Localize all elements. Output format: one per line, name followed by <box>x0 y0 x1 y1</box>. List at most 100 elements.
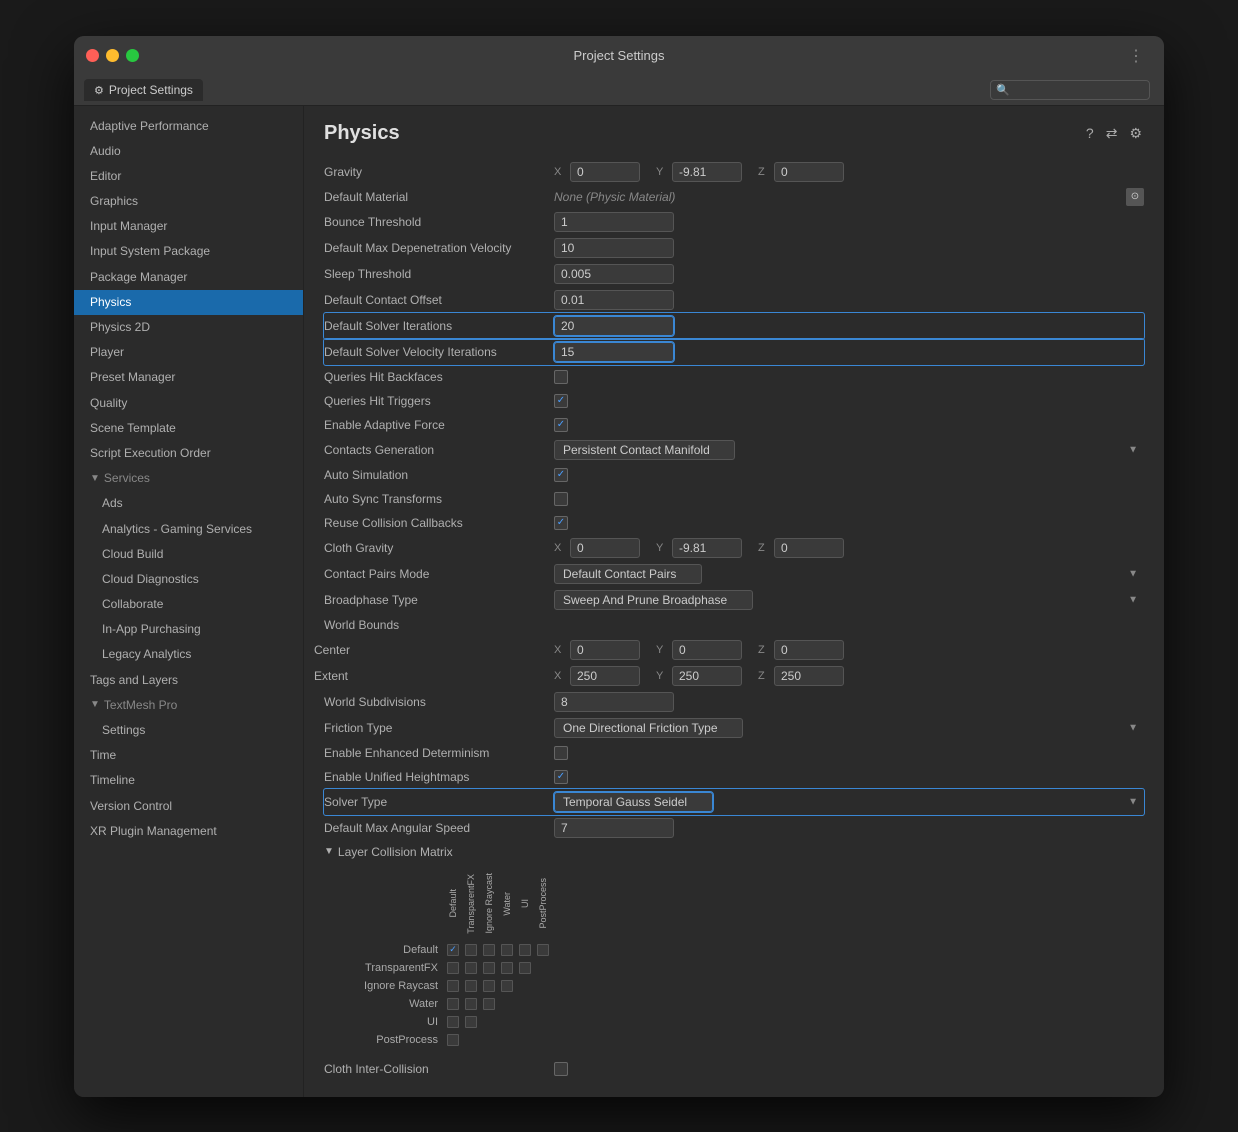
sidebar-item-physics[interactable]: Physics <box>74 290 303 315</box>
services-section-header[interactable]: ▼ Services <box>74 466 303 491</box>
matrix-checkbox-tfx-ui[interactable] <box>519 962 531 974</box>
sidebar-item-preset-manager[interactable]: Preset Manager <box>74 365 303 390</box>
sidebar-item-script-execution-order[interactable]: Script Execution Order <box>74 441 303 466</box>
sidebar-item-analytics-gaming[interactable]: Analytics - Gaming Services <box>74 517 303 542</box>
sidebar-item-scene-template[interactable]: Scene Template <box>74 416 303 441</box>
matrix-checkbox-default-water[interactable] <box>501 944 513 956</box>
sidebar-item-quality[interactable]: Quality <box>74 391 303 416</box>
sidebar-item-legacy-analytics[interactable]: Legacy Analytics <box>74 642 303 667</box>
default-max-angular-speed-row: Default Max Angular Speed <box>324 815 1144 841</box>
cloth-gravity-z-input[interactable] <box>774 538 844 558</box>
sidebar-item-tags-and-layers[interactable]: Tags and Layers <box>74 668 303 693</box>
matrix-checkbox-ui-default[interactable] <box>447 1016 459 1028</box>
minimize-button[interactable] <box>106 49 119 62</box>
auto-sync-transforms-checkbox[interactable] <box>554 492 568 506</box>
settings-icon[interactable]: ⚙ <box>1127 123 1144 144</box>
reuse-collision-callbacks-label: Reuse Collision Callbacks <box>324 516 554 530</box>
matrix-checkbox-water-tfx[interactable] <box>465 998 477 1010</box>
matrix-checkbox-ir-default[interactable] <box>447 980 459 992</box>
matrix-checkbox-default-default[interactable]: ✓ <box>447 944 459 956</box>
reuse-collision-callbacks-checkbox[interactable] <box>554 516 568 530</box>
object-picker-button[interactable]: ⊙ <box>1126 188 1144 206</box>
contact-pairs-mode-dropdown[interactable]: Default Contact Pairs <box>554 564 702 584</box>
sidebar-item-adaptive-performance[interactable]: Adaptive Performance <box>74 114 303 139</box>
matrix-checkbox-water-default[interactable] <box>447 998 459 1010</box>
world-subdivisions-input[interactable] <box>554 692 674 712</box>
solver-type-dropdown[interactable]: Temporal Gauss Seidel <box>554 792 713 812</box>
sidebar-item-audio[interactable]: Audio <box>74 139 303 164</box>
sidebar-item-physics-2d[interactable]: Physics 2D <box>74 315 303 340</box>
broadphase-type-dropdown[interactable]: Sweep And Prune Broadphase <box>554 590 753 610</box>
sidebar-item-cloud-build[interactable]: Cloud Build <box>74 542 303 567</box>
sidebar-item-graphics[interactable]: Graphics <box>74 189 303 214</box>
default-solver-iterations-input[interactable] <box>554 316 674 336</box>
extent-z-input[interactable] <box>774 666 844 686</box>
sidebar-item-in-app-purchasing[interactable]: In-App Purchasing <box>74 617 303 642</box>
matrix-checkbox-ir-tfx[interactable] <box>465 980 477 992</box>
sidebar-item-timeline[interactable]: Timeline <box>74 768 303 793</box>
default-max-angular-speed-input[interactable] <box>554 818 674 838</box>
friction-type-dropdown[interactable]: One Directional Friction Type <box>554 718 743 738</box>
sidebar-item-time[interactable]: Time <box>74 743 303 768</box>
center-y-input[interactable] <box>672 640 742 660</box>
gravity-z-input[interactable] <box>774 162 844 182</box>
enable-unified-heightmaps-checkbox[interactable] <box>554 770 568 784</box>
auto-simulation-checkbox[interactable] <box>554 468 568 482</box>
matrix-checkbox-ir-water[interactable] <box>501 980 513 992</box>
bounce-threshold-input[interactable] <box>554 212 674 232</box>
cloth-gravity-x-input[interactable] <box>570 538 640 558</box>
extent-x-input[interactable] <box>570 666 640 686</box>
textmesh-section-header[interactable]: ▼ TextMesh Pro <box>74 693 303 718</box>
sidebar-item-collaborate[interactable]: Collaborate <box>74 592 303 617</box>
matrix-checkbox-default-pp[interactable] <box>537 944 549 956</box>
maximize-button[interactable] <box>126 49 139 62</box>
matrix-checkbox-tfx-water[interactable] <box>501 962 513 974</box>
sidebar-item-xr-plugin[interactable]: XR Plugin Management <box>74 819 303 844</box>
default-contact-offset-input[interactable] <box>554 290 674 310</box>
matrix-checkbox-default-tfx[interactable] <box>465 944 477 956</box>
gravity-y-input[interactable] <box>672 162 742 182</box>
sidebar-item-input-manager[interactable]: Input Manager <box>74 214 303 239</box>
sidebar-item-player[interactable]: Player <box>74 340 303 365</box>
extent-y-input[interactable] <box>672 666 742 686</box>
sidebar-item-input-system-package[interactable]: Input System Package <box>74 239 303 264</box>
matrix-checkbox-default-ui[interactable] <box>519 944 531 956</box>
matrix-checkbox-tfx-default[interactable] <box>447 962 459 974</box>
help-icon[interactable]: ? <box>1084 123 1096 143</box>
cloth-inter-collision-checkbox[interactable] <box>554 1062 568 1076</box>
layer-collision-matrix-header[interactable]: ▼ Layer Collision Matrix <box>324 841 1144 861</box>
default-max-depenetration-input[interactable] <box>554 238 674 258</box>
gravity-x-input[interactable] <box>570 162 640 182</box>
matrix-checkbox-pp-default[interactable] <box>447 1034 459 1046</box>
refresh-icon[interactable]: ⇄ <box>1104 123 1120 144</box>
sidebar-item-editor[interactable]: Editor <box>74 164 303 189</box>
sidebar-item-version-control[interactable]: Version Control <box>74 794 303 819</box>
project-settings-tab[interactable]: ⚙ Project Settings <box>84 79 203 101</box>
matrix-checkbox-tfx-ir[interactable] <box>483 962 495 974</box>
matrix-checkbox-ir-ir[interactable] <box>483 980 495 992</box>
default-solver-velocity-input[interactable] <box>554 342 674 362</box>
matrix-cell-pp-default <box>444 1031 462 1049</box>
enable-enhanced-determinism-checkbox[interactable] <box>554 746 568 760</box>
matrix-checkbox-default-ir[interactable] <box>483 944 495 956</box>
broadphase-type-arrow-icon: ▼ <box>1128 594 1138 605</box>
three-dots-menu[interactable]: ⋮ <box>1120 46 1152 66</box>
search-input[interactable] <box>990 80 1150 100</box>
sidebar-item-ads[interactable]: Ads <box>74 491 303 516</box>
sidebar-item-package-manager[interactable]: Package Manager <box>74 265 303 290</box>
sidebar-item-cloud-diagnostics[interactable]: Cloud Diagnostics <box>74 567 303 592</box>
cloth-gravity-y-input[interactable] <box>672 538 742 558</box>
enable-adaptive-force-checkbox[interactable] <box>554 418 568 432</box>
matrix-checkbox-water-ir[interactable] <box>483 998 495 1010</box>
sleep-threshold-input[interactable] <box>554 264 674 284</box>
matrix-checkbox-tfx-tfx[interactable] <box>465 962 477 974</box>
contacts-generation-dropdown[interactable]: Persistent Contact Manifold <box>554 440 735 460</box>
matrix-checkbox-ui-tfx[interactable] <box>465 1016 477 1028</box>
center-x-input[interactable] <box>570 640 640 660</box>
sidebar-item-textmesh-settings[interactable]: Settings <box>74 718 303 743</box>
enable-unified-heightmaps-value <box>554 770 1144 784</box>
center-z-input[interactable] <box>774 640 844 660</box>
queries-hit-triggers-checkbox[interactable] <box>554 394 568 408</box>
close-button[interactable] <box>86 49 99 62</box>
queries-hit-backfaces-checkbox[interactable] <box>554 370 568 384</box>
